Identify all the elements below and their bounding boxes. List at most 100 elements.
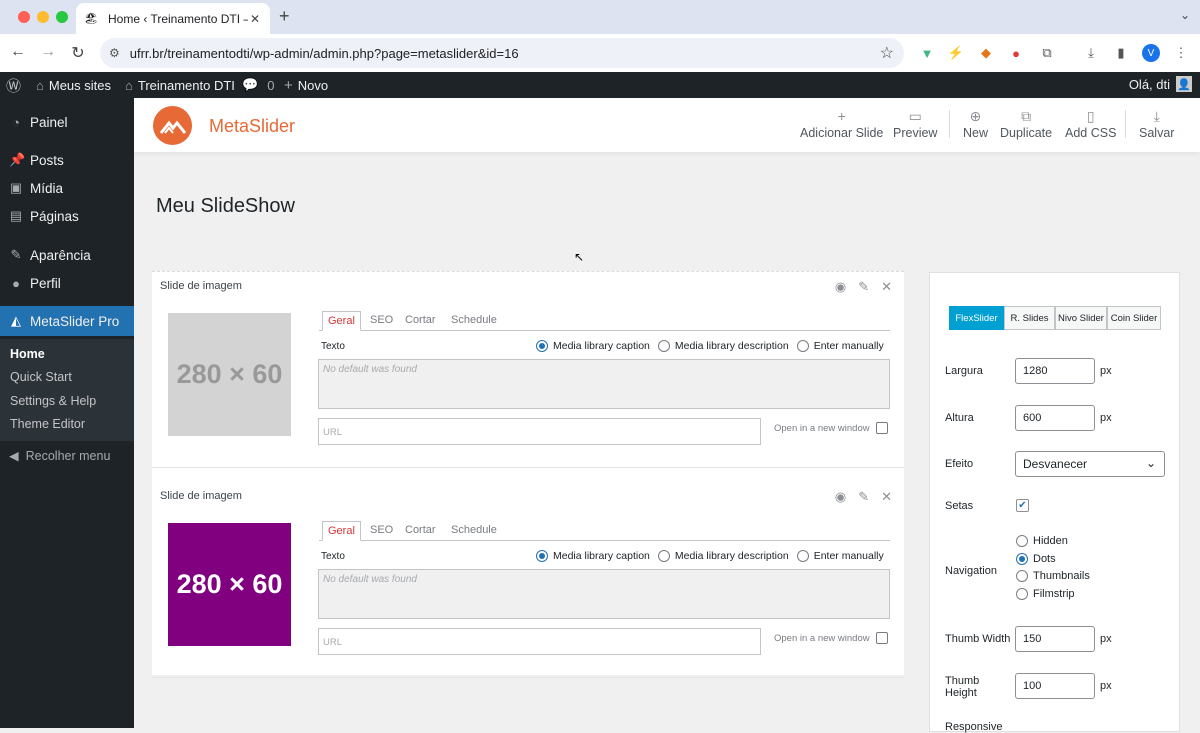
bookmark-star-icon[interactable]: ☆ <box>880 43 894 63</box>
eye-icon[interactable]: ◉ <box>835 279 846 295</box>
radio-media-description[interactable]: Media library description <box>657 550 789 563</box>
add-css-button[interactable]: ▯ Add CSS <box>1065 108 1116 140</box>
sidebar-item-aparencia[interactable]: ✎ Aparência <box>0 241 134 269</box>
sidebar-item-paginas[interactable]: ▤ Páginas <box>0 202 134 230</box>
radio-enter-manually[interactable]: Enter manually <box>796 550 884 563</box>
pencil-icon[interactable]: ✎ <box>858 279 869 295</box>
tab-geral[interactable]: Geral <box>322 311 361 331</box>
maximize-window-button[interactable] <box>56 11 68 23</box>
sidebar-item-posts[interactable]: 📌 Posts <box>0 146 134 174</box>
url-input[interactable]: URL <box>318 628 761 655</box>
sidebar-item-metaslider-pro[interactable]: ◭ MetaSlider Pro <box>0 306 134 336</box>
site-favicon-icon: 🏖 <box>84 13 98 25</box>
page-title[interactable]: Meu SlideShow <box>156 195 295 218</box>
sidebar-item-midia[interactable]: ▣ Mídia <box>0 174 134 202</box>
library-r-slides[interactable]: R. Slides <box>1004 306 1055 330</box>
tab-schedule[interactable]: Schedule <box>451 524 497 536</box>
my-account-menu[interactable]: Olá, dti 👤 <box>1129 76 1192 92</box>
sidebar-item-perfil[interactable]: ● Perfil <box>0 269 134 297</box>
browser-tab[interactable]: 🏖 Home ‹ Treinamento DTI — W ✕ <box>76 3 270 34</box>
profile-avatar[interactable]: V <box>1142 44 1160 62</box>
tab-seo[interactable]: SEO <box>370 314 393 326</box>
library-nivo-slider[interactable]: Nivo Slider <box>1055 306 1107 330</box>
back-icon[interactable]: ← <box>8 43 28 61</box>
tab-search-icon[interactable]: ⌄ <box>1180 8 1190 22</box>
url-input[interactable]: URL <box>318 418 761 445</box>
navigation-option-hidden[interactable]: Hidden <box>1016 535 1068 547</box>
slide-thumbnail[interactable]: 280 × 60 <box>168 523 291 646</box>
library-flexslider[interactable]: FlexSlider <box>949 306 1004 330</box>
navigation-option-dots[interactable]: Dots <box>1016 553 1056 565</box>
css-file-icon: ▯ <box>1086 108 1095 124</box>
tab-cortar[interactable]: Cortar <box>405 524 436 536</box>
download-icon[interactable]: ⤓ <box>1082 44 1100 62</box>
vue-devtools-icon[interactable]: ▼ <box>918 44 936 62</box>
new-window-checkbox[interactable] <box>875 422 888 434</box>
duplicate-button[interactable]: ⧉ Duplicate <box>1000 108 1052 140</box>
sidebar-item-painel[interactable]: ◔ Painel <box>0 108 134 136</box>
tab-geral[interactable]: Geral <box>322 521 361 541</box>
thumb-height-input[interactable]: 100 <box>1015 673 1095 699</box>
tab-seo[interactable]: SEO <box>370 524 393 536</box>
thumb-width-input[interactable]: 150 <box>1015 626 1095 652</box>
preview-label: Preview <box>893 126 938 140</box>
forward-icon[interactable]: → <box>38 43 58 61</box>
radio-media-description[interactable]: Media library description <box>657 340 789 353</box>
library-coin-slider[interactable]: Coin Slider <box>1107 306 1161 330</box>
new-tab-button[interactable]: + <box>279 6 290 27</box>
slide-thumbnail[interactable]: 280 × 60 <box>168 313 291 436</box>
submenu-quick-start[interactable]: Quick Start <box>10 370 72 384</box>
radio-label: Media library description <box>674 550 789 562</box>
save-button[interactable]: ⤓ Salvar <box>1139 108 1174 140</box>
preview-button[interactable]: ▭ Preview <box>893 108 937 140</box>
tab-cortar[interactable]: Cortar <box>405 314 436 326</box>
reload-icon[interactable]: ↻ <box>68 43 88 63</box>
close-icon[interactable]: ✕ <box>881 279 892 295</box>
site-name-menu[interactable]: ⌂ Treinamento DTI <box>125 72 235 98</box>
close-window-button[interactable] <box>18 11 30 23</box>
arrows-checkbox[interactable]: ✔ <box>1016 499 1029 512</box>
url-text[interactable]: ufrr.br/treinamentodti/wp-admin/admin.ph… <box>130 46 880 61</box>
radio-media-caption[interactable]: Media library caption <box>536 340 650 353</box>
caption-textarea[interactable]: No default was found <box>318 359 890 409</box>
width-input[interactable]: 1280 <box>1015 358 1095 384</box>
height-input[interactable]: 600 <box>1015 405 1095 431</box>
add-slide-button[interactable]: + Adicionar Slide <box>800 108 883 140</box>
radio-enter-manually[interactable]: Enter manually <box>796 340 884 353</box>
radio-media-caption[interactable]: Media library caption <box>536 550 650 563</box>
eye-icon[interactable]: ◉ <box>835 489 846 505</box>
extensions-puzzle-icon[interactable]: ⧉ <box>1038 44 1056 62</box>
extension-bolt-icon[interactable]: ⚡ <box>947 44 965 62</box>
tab-schedule[interactable]: Schedule <box>451 314 497 326</box>
new-window-checkbox[interactable] <box>875 632 888 644</box>
new-content-menu[interactable]: + Novo <box>284 72 328 98</box>
my-sites-menu[interactable]: ⌂ Meus sites <box>36 72 111 98</box>
comments-menu[interactable]: 💬 0 <box>242 72 274 98</box>
site-info-icon[interactable]: ⚙ <box>109 46 120 60</box>
metaslider-submenu: Home Quick Start Settings & Help Theme E… <box>0 339 134 441</box>
collapse-menu-button[interactable]: ◀ Recolher menu <box>9 448 110 464</box>
metamask-icon[interactable]: ◆ <box>977 44 995 62</box>
extension-red-icon[interactable]: ● <box>1007 44 1025 62</box>
browser-menu-icon[interactable]: ⋮ <box>1172 44 1190 62</box>
new-window-option[interactable]: Open in a new window <box>774 422 888 434</box>
new-slideshow-button[interactable]: ⊕ New <box>963 108 988 140</box>
navigation-option-thumbnails[interactable]: Thumbnails <box>1016 570 1090 582</box>
pencil-icon[interactable]: ✎ <box>858 489 869 505</box>
effect-select[interactable]: Desvanecer ⌄ <box>1015 451 1165 477</box>
submenu-settings-help[interactable]: Settings & Help <box>10 394 96 408</box>
new-window-label: Open in a new window <box>774 422 870 434</box>
wp-logo-icon[interactable]: Ⓦ <box>6 72 21 98</box>
minimize-window-button[interactable] <box>37 11 49 23</box>
submenu-home[interactable]: Home <box>10 347 45 361</box>
navigation-option-filmstrip[interactable]: Filmstrip <box>1016 588 1075 600</box>
submenu-theme-editor[interactable]: Theme Editor <box>10 417 85 431</box>
close-icon[interactable]: ✕ <box>881 489 892 505</box>
caption-textarea[interactable]: No default was found <box>318 569 890 619</box>
side-panel-icon[interactable]: ▮ <box>1112 44 1130 62</box>
address-bar[interactable]: ⚙ ufrr.br/treinamentodti/wp-admin/admin.… <box>100 38 904 68</box>
close-tab-icon[interactable]: ✕ <box>248 12 262 26</box>
new-window-option[interactable]: Open in a new window <box>774 632 888 644</box>
slide-card: Slide de imagem ◉ ✎ ✕ 280 × 60 Geral SEO… <box>152 482 904 678</box>
browser-tab-bar: 🏖 Home ‹ Treinamento DTI — W ✕ + ⌄ <box>0 0 1200 34</box>
